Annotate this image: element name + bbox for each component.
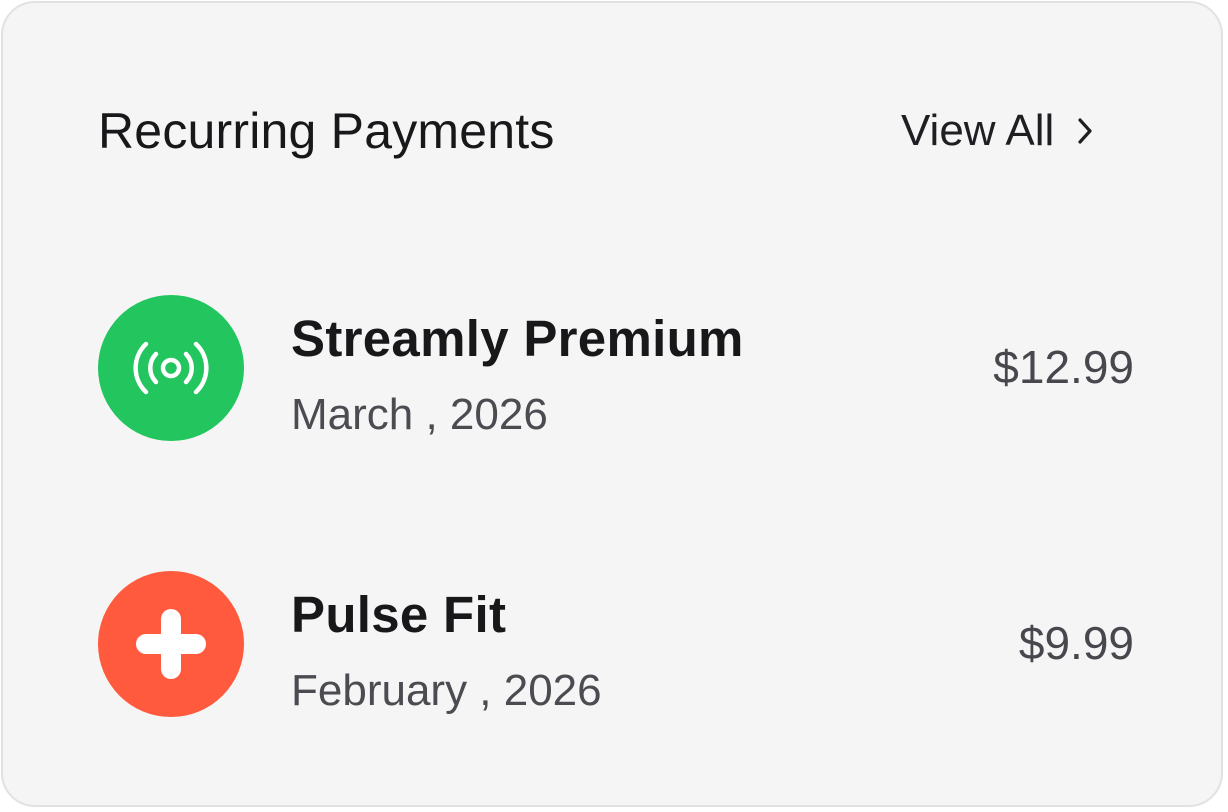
payment-date: February , 2026 (291, 666, 602, 715)
chevron-right-icon (1074, 116, 1096, 146)
payment-amount: $12.99 (993, 341, 1134, 393)
view-all-link[interactable]: View All (901, 101, 1096, 161)
recurring-payments-card: Recurring Payments View All Streamly Pre… (1, 1, 1223, 807)
plus-icon (98, 571, 244, 717)
payment-name: Streamly Premium (291, 310, 744, 367)
broadcast-icon (98, 295, 244, 441)
payment-row-pulse-fit[interactable]: Pulse Fit February , 2026 $9.99 (98, 569, 1134, 719)
payment-amount: $9.99 (1018, 617, 1134, 669)
view-all-label: View All (901, 106, 1055, 155)
payment-row-streamly[interactable]: Streamly Premium March , 2026 $12.99 (98, 293, 1134, 443)
payment-date: March , 2026 (291, 390, 548, 439)
payment-name: Pulse Fit (291, 586, 507, 643)
card-title: Recurring Payments (98, 103, 555, 159)
